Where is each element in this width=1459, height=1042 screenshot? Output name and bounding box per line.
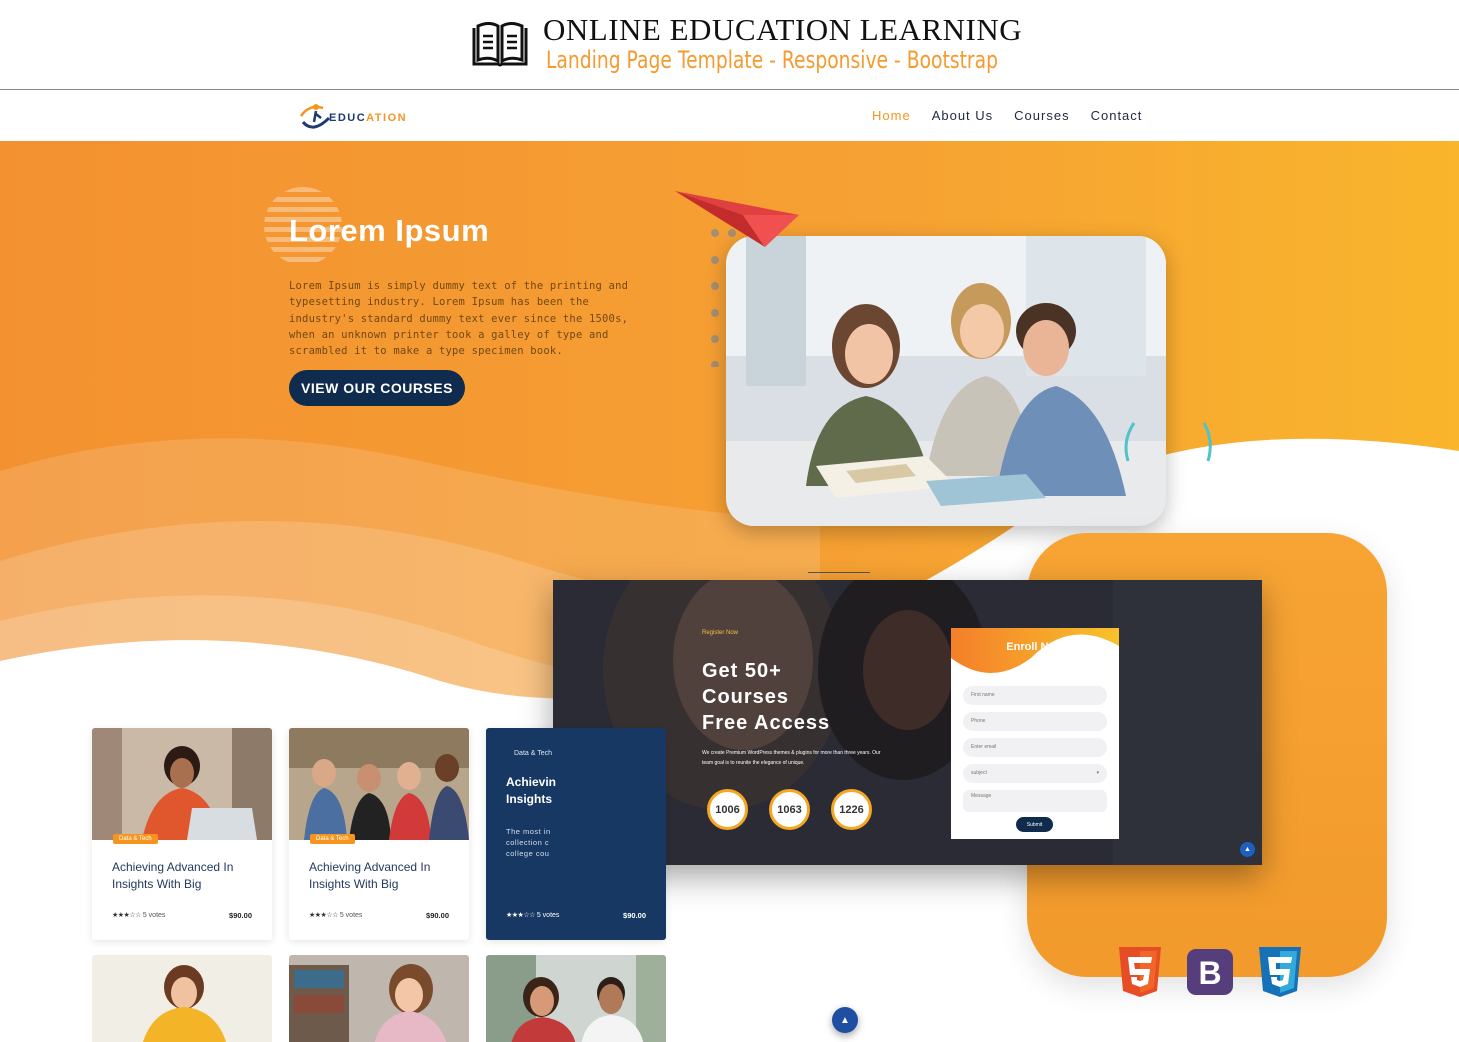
- preview-scroll-top-icon[interactable]: ▲: [1240, 842, 1255, 857]
- course-description: The most in collection c college cou: [506, 827, 551, 858]
- category-label: Data & Tech: [514, 750, 553, 757]
- banner-subtitle: Landing Page Template - Responsive - Boo…: [546, 46, 998, 74]
- course-card-image: [92, 955, 272, 1042]
- rating-stars-icon: ★★★☆☆: [506, 912, 535, 919]
- chevron-down-icon: ▾: [1096, 770, 1099, 776]
- nav-contact[interactable]: Contact: [1091, 108, 1143, 123]
- course-card-image: [289, 955, 469, 1042]
- hero-title: Lorem Ipsum: [289, 213, 490, 248]
- course-rating: ★★★☆☆ 5 votes: [112, 912, 166, 919]
- bootstrap-icon: B: [1187, 949, 1233, 995]
- counter-1: 1006: [707, 789, 748, 830]
- chevron-up-icon: ▲: [840, 1014, 850, 1026]
- phone-field[interactable]: Phone: [963, 712, 1107, 731]
- course-card-3[interactable]: Data & Tech Achievin Insights The most i…: [486, 728, 666, 940]
- preview-title: Get 50+ Courses Free Access: [702, 660, 831, 734]
- course-card-5[interactable]: [289, 955, 469, 1042]
- course-title[interactable]: Achieving Advanced In Insights With Big: [309, 859, 459, 893]
- category-badge: Data & Tech: [113, 834, 158, 844]
- preview-register-label: Register Now: [702, 630, 739, 636]
- enroll-form-title: Enroll Now: [1006, 641, 1064, 653]
- rating-stars-icon: ★★★☆☆: [309, 912, 338, 919]
- scroll-to-top-button[interactable]: ▲: [832, 1007, 858, 1033]
- open-book-icon: [472, 22, 528, 67]
- first-name-field[interactable]: First name: [963, 686, 1107, 705]
- course-price: $90.00: [623, 911, 646, 920]
- counter-3: 1226: [831, 789, 872, 830]
- html5-icon: [1119, 947, 1161, 997]
- course-title[interactable]: Achieving Advanced In Insights With Big: [112, 859, 262, 893]
- arc-decoration: [1124, 422, 1212, 462]
- course-card-image: [92, 728, 272, 840]
- course-price: $90.00: [229, 911, 252, 920]
- subject-select[interactable]: subject ▾: [963, 764, 1107, 783]
- course-card-image: [486, 955, 666, 1042]
- svg-text:B: B: [1198, 955, 1221, 991]
- enroll-form-header: [951, 628, 1119, 673]
- css3-icon: [1259, 947, 1301, 997]
- logo-text: EDUCATION: [329, 112, 408, 124]
- message-field[interactable]: Message: [963, 790, 1107, 812]
- navbar: EDUCATION Home About Us Courses Contact: [0, 91, 1459, 141]
- submit-button[interactable]: Submit: [1016, 817, 1053, 832]
- preview-description: We create Premium WordPress themes & plu…: [702, 750, 881, 766]
- course-card-6[interactable]: [486, 955, 666, 1042]
- banner-title: ONLINE EDUCATION LEARNING: [543, 12, 1023, 47]
- preview-counters: 1006 1063 1226: [707, 789, 872, 830]
- category-badge: Data & Tech: [310, 834, 355, 844]
- logo-mark-icon: [299, 104, 331, 129]
- nav-menu: Home About Us Courses Contact: [872, 108, 1142, 123]
- banner: ONLINE EDUCATION LEARNING Landing Page T…: [0, 0, 1459, 90]
- course-price: $90.00: [426, 911, 449, 920]
- email-field[interactable]: Enter email: [963, 738, 1107, 757]
- course-card-1[interactable]: Data & Tech Achieving Advanced In Insigh…: [92, 728, 272, 940]
- nav-home[interactable]: Home: [872, 108, 911, 123]
- enroll-form: Enroll Now First name Phone Enter email …: [951, 628, 1119, 839]
- course-title[interactable]: Achievin Insights: [506, 774, 566, 808]
- counter-2: 1063: [769, 789, 810, 830]
- nav-courses[interactable]: Courses: [1014, 108, 1069, 123]
- course-rating: ★★★☆☆ 5 votes: [506, 912, 560, 919]
- course-rating: ★★★☆☆ 5 votes: [309, 912, 363, 919]
- divider-line: [808, 572, 870, 573]
- nav-about-us[interactable]: About Us: [932, 108, 993, 123]
- logo[interactable]: EDUCATION: [299, 100, 411, 134]
- rating-stars-icon: ★★★☆☆: [112, 912, 141, 919]
- hero-students-photo: [726, 236, 1166, 526]
- course-card-2[interactable]: Data & Tech Achieving Advanced In Insigh…: [289, 728, 469, 940]
- course-card-4[interactable]: [92, 955, 272, 1042]
- hero-section: Lorem Ipsum Lorem Ipsum is simply dummy …: [0, 141, 1459, 1042]
- paper-plane-icon: [675, 191, 799, 247]
- hero-text: Lorem Ipsum is simply dummy text of the …: [289, 280, 629, 358]
- view-courses-button[interactable]: VIEW OUR COURSES: [289, 370, 465, 406]
- course-card-image: [289, 728, 469, 840]
